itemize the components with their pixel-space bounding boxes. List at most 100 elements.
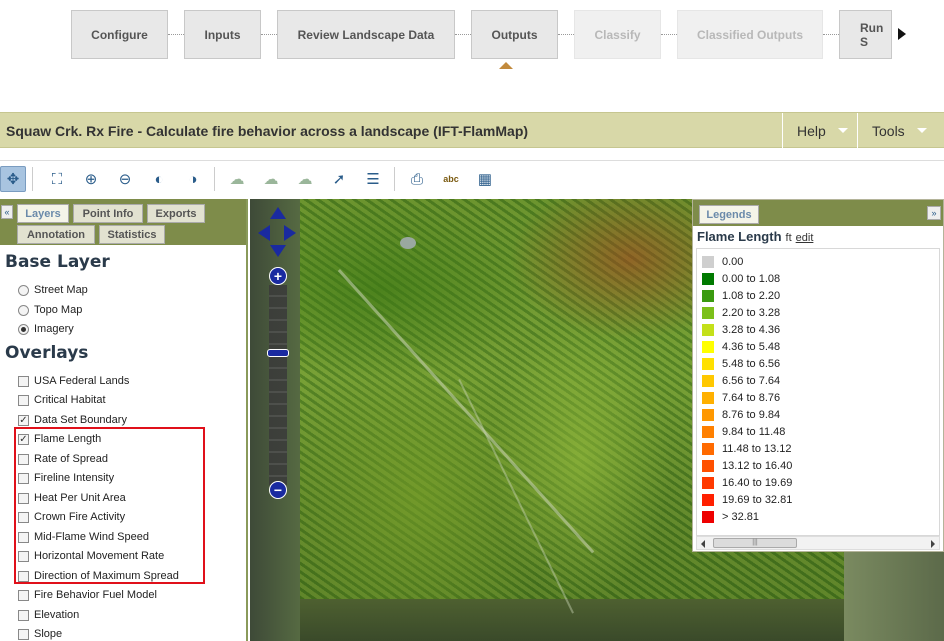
base-layer-heading: Base Layer: [5, 252, 110, 272]
overlay-critical-habitat[interactable]: Critical Habitat: [18, 392, 106, 408]
scroll-right-icon[interactable]: [931, 540, 935, 548]
legend-edit-link[interactable]: edit: [796, 232, 814, 244]
identify-icon[interactable]: ➚: [326, 166, 352, 192]
checkbox[interactable]: [18, 394, 29, 406]
zoom-previous-icon[interactable]: ◐: [146, 166, 172, 192]
overlay-data-set-boundary[interactable]: ✓ Data Set Boundary: [18, 412, 127, 428]
zoom-next-icon[interactable]: ◑: [180, 166, 206, 192]
pan-left-icon[interactable]: [258, 225, 270, 241]
scrollbar-thumb[interactable]: |||: [713, 538, 797, 548]
overlay-slope[interactable]: Slope: [18, 626, 62, 641]
step-review-landscape-data[interactable]: Review Landscape Data: [277, 10, 455, 59]
triangle-right-icon[interactable]: [898, 28, 906, 40]
current-step-indicator: [499, 62, 513, 69]
legend-row: 3.28 to 4.36: [702, 321, 780, 338]
help-menu-button[interactable]: Help: [782, 113, 857, 148]
polygon-attributes-icon[interactable]: ☁: [292, 166, 318, 192]
step-outputs[interactable]: Outputs: [471, 10, 558, 59]
label-icon[interactable]: abc: [438, 166, 464, 192]
scroll-left-icon[interactable]: [701, 540, 705, 548]
double-chevron-right-icon[interactable]: »: [927, 206, 941, 220]
edit-polygon-icon[interactable]: ☁: [258, 166, 284, 192]
option-label: Imagery: [34, 323, 74, 335]
print-map-icon[interactable]: ⎙: [404, 166, 430, 192]
river-feature: [458, 379, 574, 614]
checkbox[interactable]: ✓: [18, 414, 29, 426]
option-label: Slope: [34, 628, 63, 640]
legend-row: 9.84 to 11.48: [702, 423, 785, 440]
horizontal-scrollbar[interactable]: |||: [696, 536, 940, 550]
tools-menu-button[interactable]: Tools: [857, 113, 944, 148]
overview-map-icon[interactable]: ▦: [472, 166, 498, 192]
step-inputs[interactable]: Inputs: [184, 10, 261, 59]
legend-swatch: [702, 255, 714, 268]
legend-row: 4.36 to 5.48: [702, 338, 780, 355]
radio-button[interactable]: [18, 284, 29, 296]
zoom-slider-track[interactable]: [269, 285, 287, 485]
base-layer-street-map[interactable]: Street Map: [18, 282, 88, 298]
base-layer-topo-map[interactable]: Topo Map: [18, 302, 82, 318]
radio-button[interactable]: [18, 304, 29, 316]
page-title: Squaw Crk. Rx Fire - Calculate fire beha…: [6, 123, 529, 139]
panel-tab-strip: « Layers Point Info Exports Annotation S…: [0, 199, 246, 245]
zoom-in-icon[interactable]: ⊕: [78, 166, 104, 192]
toolbar-divider: [32, 167, 33, 191]
pan-down-icon[interactable]: [270, 245, 286, 257]
checkbox[interactable]: [18, 628, 29, 640]
double-chevron-left-icon[interactable]: «: [1, 205, 13, 219]
step-classified-outputs: Classified Outputs: [677, 10, 823, 59]
tab-exports[interactable]: Exports: [147, 204, 205, 223]
zoom-out-icon[interactable]: ⊖: [112, 166, 138, 192]
zoom-slider-handle[interactable]: [267, 349, 289, 357]
legend-swatch: [702, 493, 714, 506]
attribute-table-icon[interactable]: ☰: [360, 166, 386, 192]
zoom-full-extent-icon[interactable]: ⛶: [44, 166, 70, 192]
legend-label: 2.20 to 3.28: [722, 306, 781, 319]
lake-feature: [400, 237, 416, 249]
toolbar-divider: [214, 167, 215, 191]
tab-point-info[interactable]: Point Info: [73, 204, 143, 223]
step-run-simulation[interactable]: Run S: [839, 10, 892, 59]
tools-menu-label: Tools: [872, 122, 905, 139]
pan-up-icon[interactable]: [270, 207, 286, 219]
legend-swatch: [702, 374, 714, 387]
draw-polygon-icon[interactable]: ☁: [224, 166, 250, 192]
legend-swatch: [702, 459, 714, 472]
tab-statistics[interactable]: Statistics: [99, 225, 165, 244]
legend-row: 5.48 to 6.56: [702, 355, 780, 372]
base-layer-imagery[interactable]: Imagery: [18, 321, 74, 337]
legend-row: 11.48 to 13.12: [702, 440, 792, 457]
legend-swatch: [702, 272, 714, 285]
checkbox[interactable]: [18, 589, 29, 601]
step-connector: [661, 34, 677, 35]
pan-icon[interactable]: ✥: [0, 166, 26, 192]
legend-label: 16.40 to 19.69: [722, 476, 793, 489]
step-connector: [455, 34, 471, 35]
tab-annotation[interactable]: Annotation: [17, 225, 95, 244]
layers-panel: « Layers Point Info Exports Annotation S…: [0, 199, 248, 641]
checkbox[interactable]: [18, 375, 29, 387]
legend-row: 8.76 to 9.84: [702, 406, 780, 423]
tab-legends[interactable]: Legends: [699, 205, 759, 224]
zoom-out-button[interactable]: −: [269, 481, 287, 499]
legend-swatch: [702, 476, 714, 489]
legend-row: 6.56 to 7.64: [702, 372, 780, 389]
legend-swatch: [702, 391, 714, 404]
legend-label: 0.00: [722, 255, 744, 268]
legend-row: 13.12 to 16.40: [702, 457, 792, 474]
step-configure[interactable]: Configure: [71, 10, 168, 59]
legend-label: 5.48 to 6.56: [722, 357, 781, 370]
radio-button[interactable]: [18, 323, 29, 335]
checkbox[interactable]: [18, 609, 29, 621]
tab-layers[interactable]: Layers: [17, 204, 69, 223]
legend-tab-strip: Legends »: [693, 200, 943, 226]
step-classify: Classify: [574, 10, 661, 59]
pan-right-icon[interactable]: [284, 225, 296, 241]
legend-row: 0.00: [702, 253, 743, 270]
zoom-in-button[interactable]: +: [269, 267, 287, 285]
step-connector: [168, 34, 184, 35]
overlay-usa-federal-lands[interactable]: USA Federal Lands: [18, 373, 129, 389]
legend-unit: ft: [785, 232, 792, 244]
overlay-elevation[interactable]: Elevation: [18, 607, 79, 623]
overlay-fire-behavior-fuel-model[interactable]: Fire Behavior Fuel Model: [18, 587, 157, 603]
